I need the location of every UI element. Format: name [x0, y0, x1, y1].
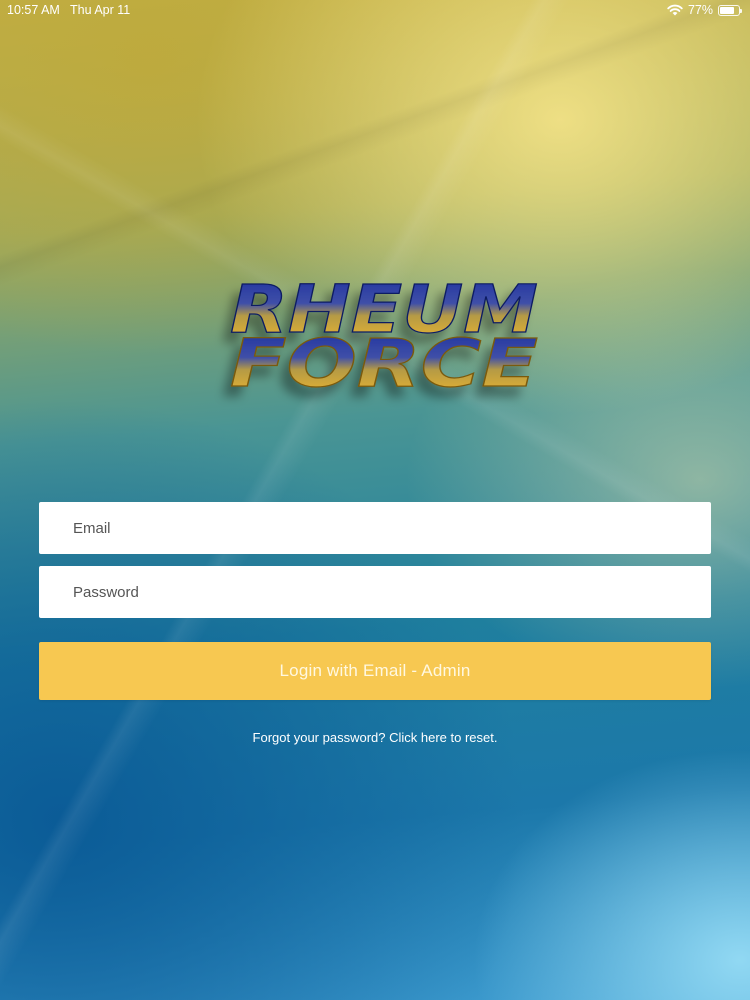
login-button[interactable]: Login with Email - Admin — [39, 642, 711, 700]
battery-fill — [720, 6, 734, 14]
status-date: Thu Apr 11 — [70, 3, 131, 17]
status-bar: 10:57 AM Thu Apr 11 77% — [0, 0, 750, 20]
password-field[interactable] — [39, 566, 711, 618]
rheumforce-logo: RHEUM FORCE — [200, 270, 560, 412]
battery-icon — [718, 4, 742, 16]
status-time: 10:57 AM — [7, 3, 60, 17]
email-field[interactable] — [39, 502, 711, 554]
forgot-password-link[interactable]: Forgot your password? Click here to rese… — [0, 730, 750, 745]
status-indicators: 77% — [667, 3, 742, 17]
battery-percent: 77% — [687, 3, 713, 17]
wifi-icon — [667, 4, 683, 16]
logo-line-2: FORCE — [230, 325, 538, 402]
email-input[interactable] — [39, 502, 711, 554]
password-input[interactable] — [39, 566, 711, 618]
background-texture — [0, 0, 750, 1000]
